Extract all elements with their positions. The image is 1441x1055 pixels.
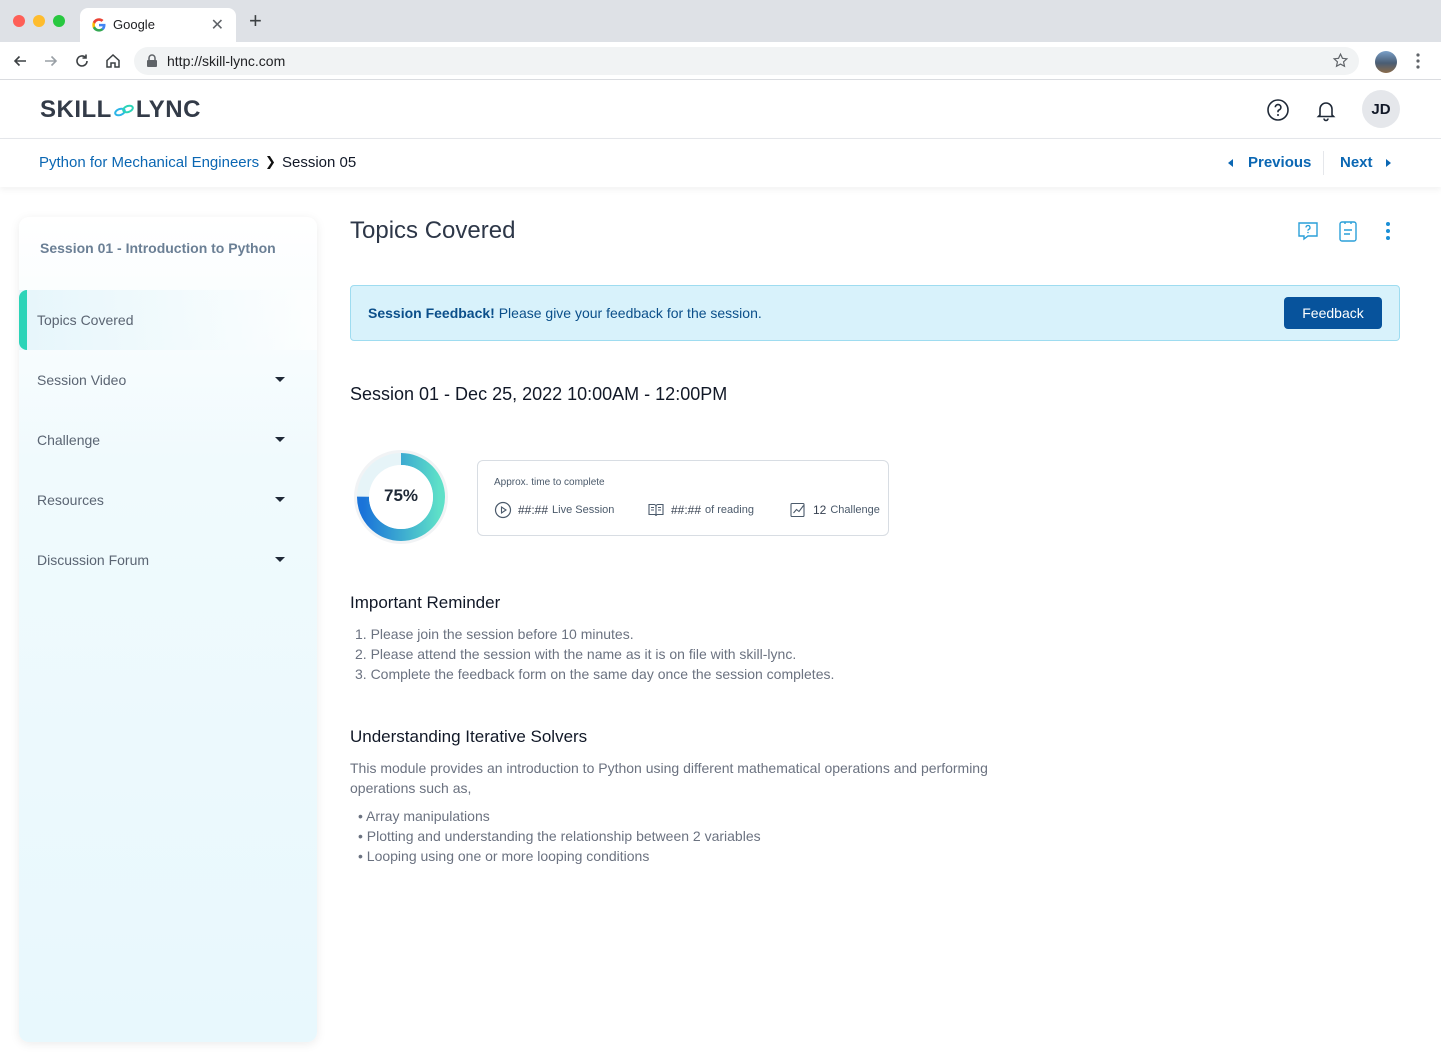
stat-unit: Challenge — [830, 504, 880, 516]
bell-icon[interactable] — [1314, 98, 1338, 122]
stat-unit: Live Session — [552, 504, 615, 516]
previous-label: Previous — [1248, 154, 1312, 171]
list-item: • Array manipulations — [358, 808, 490, 824]
reminder-list: 1. Please join the session before 10 min… — [355, 624, 834, 684]
pager-divider — [1323, 151, 1324, 175]
sidebar-item-challenge[interactable]: Challenge — [19, 410, 317, 470]
next-label: Next — [1340, 154, 1373, 171]
chart-icon — [790, 502, 805, 518]
banner-title: Session Feedback! — [368, 305, 495, 321]
banner-text: Session Feedback! Please give your feedb… — [368, 305, 762, 321]
progress-percent: 75% — [383, 486, 419, 505]
previous-button[interactable]: Previous — [1228, 154, 1311, 171]
list-item: • Looping using one or more looping cond… — [358, 848, 650, 864]
list-item: 3. Complete the feedback form on the sam… — [355, 666, 835, 682]
play-circle-icon — [494, 501, 512, 519]
session-heading: Session 01 - Dec 25, 2022 10:00AM - 12:0… — [350, 384, 728, 404]
challenge-stat: 12 Challenge — [789, 501, 880, 519]
new-tab-button[interactable]: + — [249, 10, 262, 32]
solvers-paragraph: This module provides an introduction to … — [350, 758, 1050, 798]
session-sidebar: Session 01 - Introduction to Python Topi… — [19, 217, 317, 1042]
breadcrumb-current: Session 05 — [282, 154, 357, 171]
next-button[interactable]: Next — [1340, 154, 1391, 171]
caret-down-icon — [275, 377, 285, 382]
feedback-banner: Session Feedback! Please give your feedb… — [350, 285, 1400, 341]
caret-down-icon — [275, 557, 285, 562]
browser-tab-bar: Google ✕ + — [0, 0, 1441, 42]
live-session-stat: ##:## Live Session — [494, 501, 614, 519]
caret-right-icon — [1385, 158, 1391, 167]
paragraph-line: This module provides an introduction to … — [350, 760, 988, 776]
logo-text-right: LYNC — [135, 96, 201, 123]
stat-value: ##:## — [518, 503, 549, 517]
notes-icon[interactable] — [1336, 219, 1360, 243]
browser-toolbar: http://skill-lync.com — [0, 42, 1441, 80]
time-to-complete-card: Approx. time to complete ##:## Live Sess… — [477, 460, 889, 536]
sidebar-item-label: Discussion Forum — [37, 552, 150, 568]
skill-lync-logo[interactable]: SKILL LYNC — [40, 96, 201, 124]
user-avatar[interactable]: JD — [1362, 90, 1400, 128]
solvers-bullets: • Array manipulations • Plotting and und… — [358, 806, 761, 866]
bookmark-star-icon[interactable] — [1332, 52, 1349, 69]
caret-down-icon — [275, 437, 285, 442]
list-item: 2. Please attend the session with the na… — [355, 646, 797, 662]
logo-text-left: SKILL — [40, 96, 112, 123]
sidebar-item-discussion-forum[interactable]: Discussion Forum — [19, 530, 317, 590]
list-item: • Plotting and understanding the relatio… — [358, 828, 761, 844]
forward-arrow-icon[interactable] — [41, 51, 61, 71]
page-title: Topics Covered — [350, 217, 516, 244]
paragraph-line: operations such as, — [350, 780, 472, 796]
stat-value: ##:## — [671, 503, 702, 517]
caret-down-icon — [275, 497, 285, 502]
feedback-button[interactable]: Feedback — [1284, 297, 1382, 329]
browser-menu-icon[interactable] — [1412, 51, 1424, 71]
sidebar-item-label: Session Video — [37, 372, 127, 388]
address-bar[interactable]: http://skill-lync.com — [134, 47, 1359, 75]
list-item: 1. Please join the session before 10 min… — [355, 626, 634, 642]
window-minimize-button[interactable] — [33, 15, 45, 27]
reload-icon[interactable] — [72, 51, 92, 71]
sidebar-item-label: Resources — [37, 492, 104, 508]
breadcrumb: Python for Mechanical Engineers ❯ Sessio… — [0, 139, 1441, 187]
banner-message: Please give your feedback for the sessio… — [494, 305, 762, 321]
sidebar-title: Session 01 - Introduction to Python — [40, 240, 276, 256]
back-arrow-icon[interactable] — [10, 51, 30, 71]
tab-close-icon[interactable]: ✕ — [211, 15, 224, 35]
breadcrumb-course-link[interactable]: Python for Mechanical Engineers — [39, 154, 259, 171]
lock-icon — [147, 54, 157, 67]
home-icon[interactable] — [103, 51, 123, 71]
url-text: http://skill-lync.com — [167, 53, 286, 69]
window-maximize-button[interactable] — [53, 15, 65, 27]
sidebar-item-resources[interactable]: Resources — [19, 470, 317, 530]
stat-value: 12 — [813, 503, 827, 517]
google-favicon-icon — [92, 18, 106, 32]
book-icon — [648, 503, 664, 517]
browser-tab[interactable]: Google ✕ — [80, 8, 236, 42]
sidebar-item-session-video[interactable]: Session Video — [19, 350, 317, 410]
stat-unit: of reading — [705, 504, 754, 516]
logo-link-icon — [114, 104, 134, 117]
window-close-button[interactable] — [13, 15, 25, 27]
chevron-right-icon: ❯ — [265, 154, 276, 169]
sidebar-item-topics-covered[interactable]: Topics Covered — [19, 290, 317, 350]
tab-title: Google — [113, 17, 155, 32]
sidebar-item-label: Topics Covered — [37, 312, 134, 328]
app-header: SKILL LYNC JD — [0, 80, 1441, 139]
solvers-heading: Understanding Iterative Solvers — [350, 727, 588, 746]
caret-left-icon — [1228, 158, 1233, 167]
question-chat-icon[interactable] — [1296, 219, 1320, 243]
more-options-icon[interactable] — [1376, 219, 1400, 243]
time-card-label: Approx. time to complete — [494, 477, 605, 488]
sidebar-item-label: Challenge — [37, 432, 101, 448]
browser-profile-avatar[interactable] — [1375, 51, 1397, 73]
reading-stat: ##:## of reading — [647, 501, 754, 519]
reminder-heading: Important Reminder — [350, 593, 501, 612]
help-icon[interactable] — [1266, 98, 1290, 122]
